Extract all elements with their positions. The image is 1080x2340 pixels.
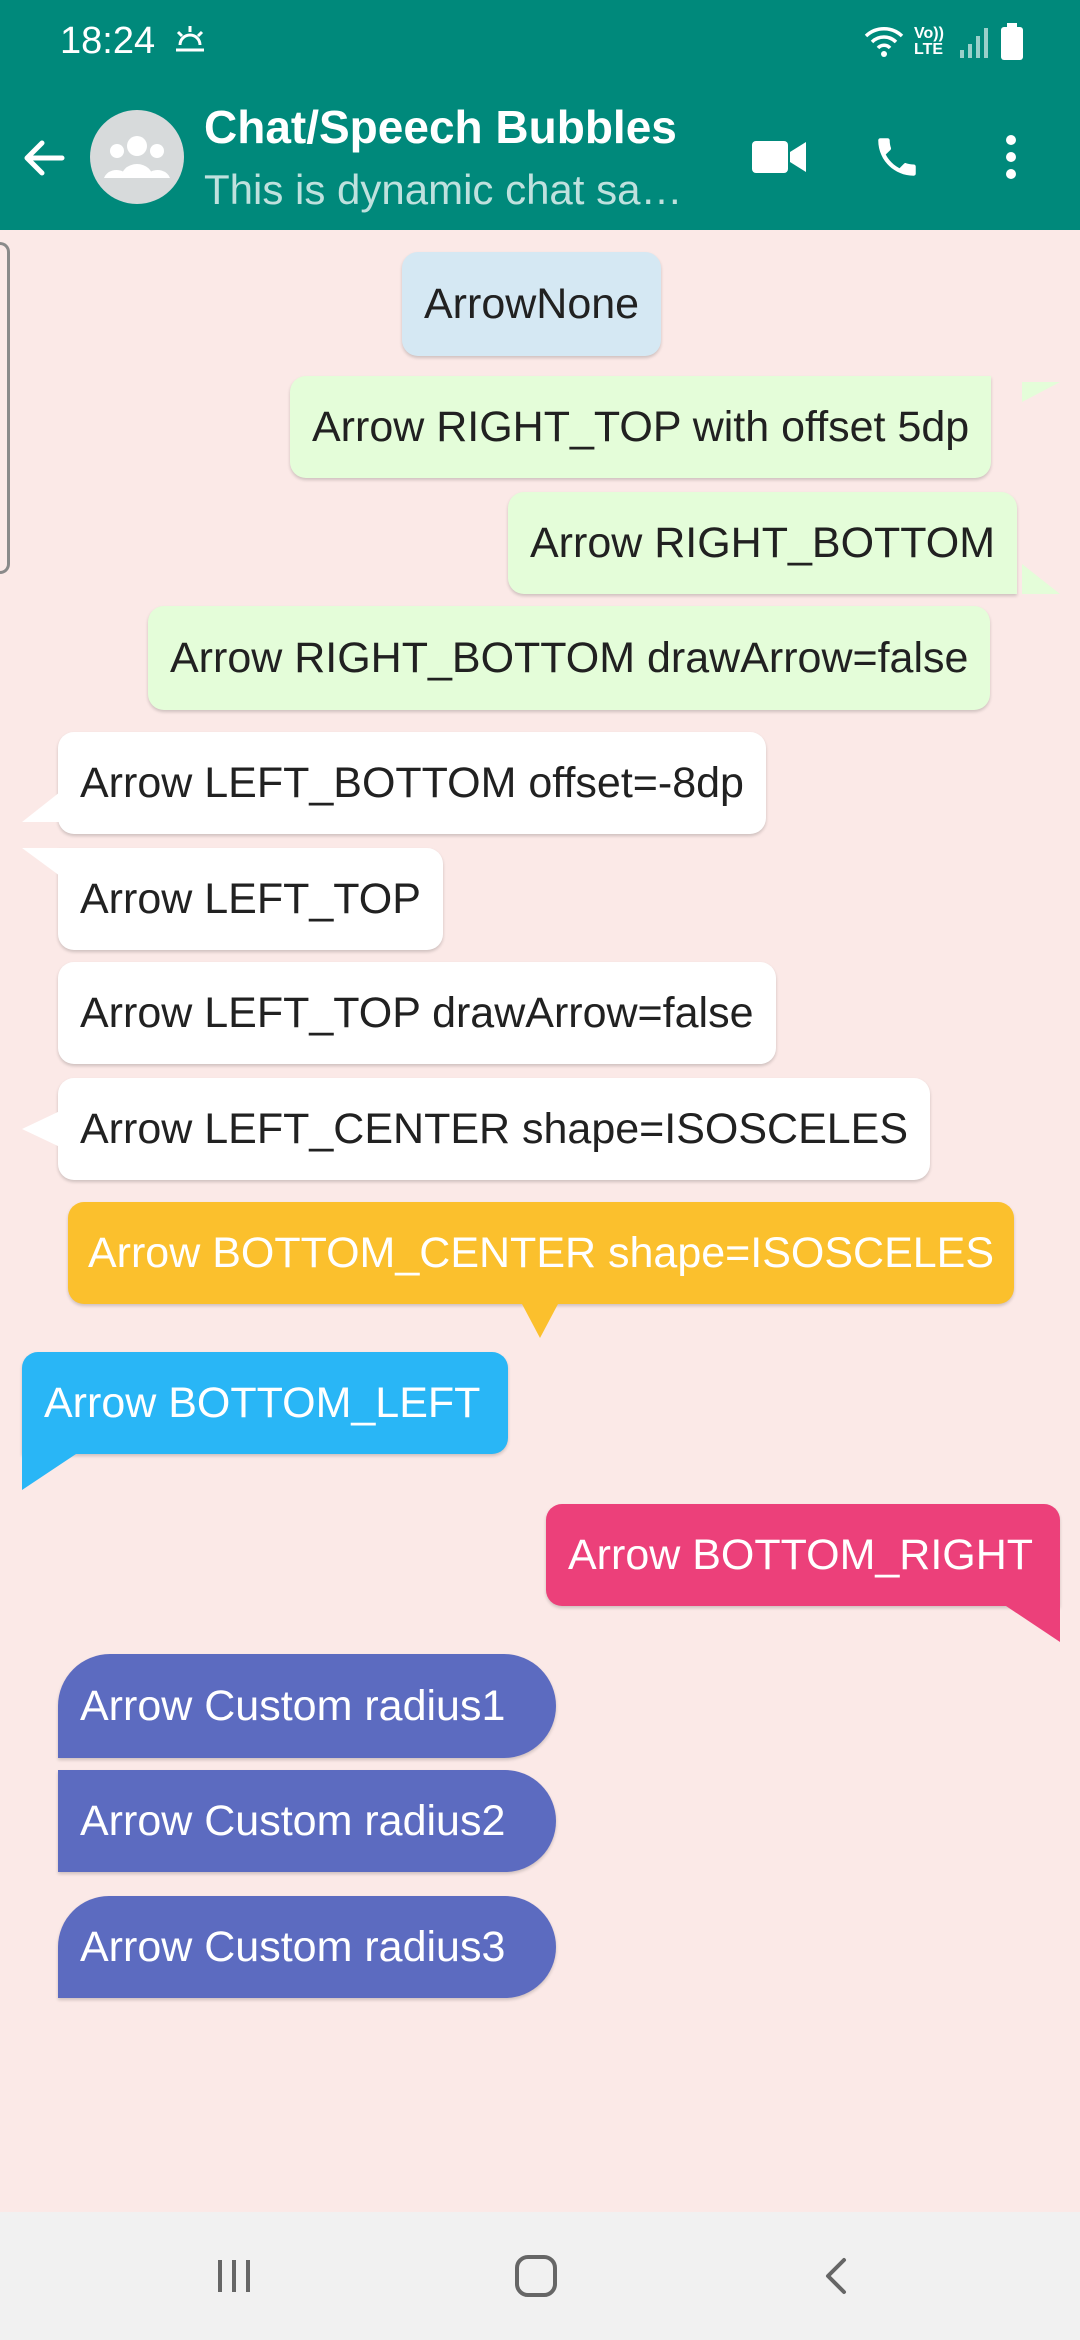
message-bubble[interactable]: Arrow LEFT_TOP <box>58 848 443 950</box>
message-bubble[interactable]: ArrowNone <box>402 252 662 356</box>
nav-recents-button[interactable] <box>194 2236 274 2316</box>
message-text: Arrow Custom radius1 <box>80 1681 506 1730</box>
status-time: 18:24 <box>60 20 156 62</box>
chat-subtitle: This is dynamic chat sa… <box>204 166 683 213</box>
message-bubble[interactable]: Arrow BOTTOM_RIGHT <box>546 1504 1060 1606</box>
message-text: Arrow RIGHT_BOTTOM <box>530 518 996 567</box>
wifi-icon <box>864 27 904 57</box>
nav-back-button[interactable] <box>798 2236 878 2316</box>
bubble-arrow <box>22 1111 60 1147</box>
bubble-arrow <box>1006 1606 1060 1642</box>
message-bubble[interactable]: Arrow RIGHT_BOTTOM drawArrow=false <box>148 606 991 710</box>
app-bar: Chat/Speech Bubbles This is dynamic chat… <box>0 84 1080 230</box>
message-bubble[interactable]: Arrow Custom radius1 <box>58 1654 556 1758</box>
message-text: Arrow Custom radius2 <box>80 1796 506 1845</box>
chat-area[interactable]: ArrowNone Arrow RIGHT_TOP with offset 5d… <box>0 230 1080 2212</box>
system-nav-bar <box>0 2212 1080 2340</box>
more-options-button[interactable] <box>976 122 1046 192</box>
nav-home-button[interactable] <box>496 2236 576 2316</box>
home-icon <box>515 2255 557 2297</box>
bubble-arrow <box>1022 382 1060 402</box>
message-text: Arrow BOTTOM_RIGHT <box>568 1530 1034 1579</box>
recents-icon <box>218 2260 250 2292</box>
status-icons: Vo)) LTE <box>864 20 1024 64</box>
message-text: Arrow LEFT_BOTTOM offset=-8dp <box>80 758 744 807</box>
message-text: Arrow RIGHT_TOP with offset 5dp <box>312 402 970 451</box>
message-bubble[interactable]: Arrow Custom radius2 <box>58 1770 556 1872</box>
arrow-left-icon <box>24 140 65 176</box>
message-bubble[interactable]: Arrow LEFT_TOP drawArrow=false <box>58 962 776 1064</box>
message-text: ArrowNone <box>424 279 640 328</box>
bubble-arrow <box>522 1304 558 1338</box>
weather-icon <box>176 26 204 52</box>
group-icon <box>104 136 170 178</box>
message-text: Arrow RIGHT_BOTTOM drawArrow=false <box>170 633 969 682</box>
message-bubble[interactable]: Arrow RIGHT_BOTTOM <box>508 492 1018 594</box>
message-text: Arrow LEFT_TOP <box>80 874 421 923</box>
bubble-arrow <box>22 1454 76 1490</box>
message-text: Arrow LEFT_CENTER shape=ISOSCELES <box>80 1104 909 1153</box>
avatar[interactable] <box>90 110 184 204</box>
message-bubble[interactable]: Arrow LEFT_CENTER shape=ISOSCELES <box>58 1078 931 1180</box>
back-button[interactable] <box>14 128 74 188</box>
bubble-arrow <box>1022 564 1060 594</box>
message-text: Arrow BOTTOM_CENTER shape=ISOSCELES <box>87 1228 995 1277</box>
message-bubble[interactable]: Arrow Custom radius3 <box>58 1896 556 1998</box>
phone-icon <box>878 138 916 176</box>
message-text: Arrow BOTTOM_LEFT <box>44 1378 481 1427</box>
network-label: Vo)) LTE <box>914 25 944 58</box>
message-bubble[interactable]: Arrow BOTTOM_LEFT <box>22 1352 508 1454</box>
bubble-arrow <box>22 848 60 876</box>
bubble-arrow <box>22 792 60 822</box>
message-bubble[interactable]: Arrow BOTTOM_CENTER shape=ISOSCELES <box>68 1202 1014 1304</box>
message-text: Arrow Custom radius3 <box>80 1922 506 1971</box>
videocam-icon <box>752 141 806 173</box>
status-bar: 18:24 Vo)) LTE <box>0 0 1080 84</box>
message-text: Arrow LEFT_TOP drawArrow=false <box>80 988 754 1037</box>
message-bubble[interactable]: Arrow LEFT_BOTTOM offset=-8dp <box>58 732 766 834</box>
video-call-button[interactable] <box>744 122 814 192</box>
battery-icon <box>1001 23 1023 60</box>
nav-back-icon <box>826 2258 846 2294</box>
more-vert-icon <box>1006 135 1016 179</box>
message-bubble[interactable]: Arrow RIGHT_TOP with offset 5dp <box>290 376 992 478</box>
scroll-indicator <box>0 242 10 574</box>
voice-call-button[interactable] <box>862 122 932 192</box>
signal-icon <box>960 28 988 58</box>
chat-title: Chat/Speech Bubbles <box>204 101 677 153</box>
